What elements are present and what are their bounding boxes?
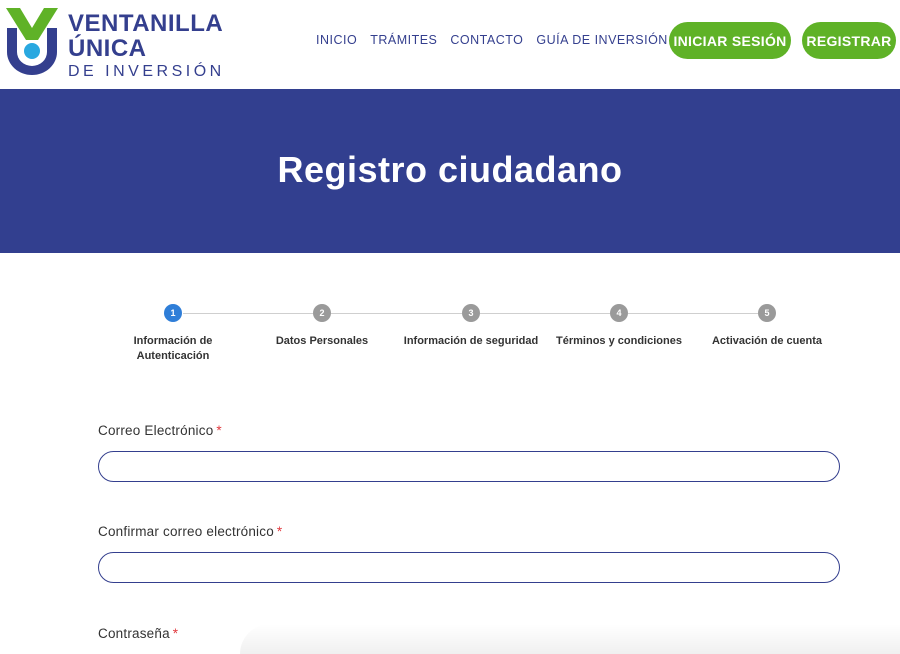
site-header: VENTANILLA ÚNICA DE INVERSIÓN INICIO TRÁ… — [0, 0, 900, 89]
brand-logo-icon[interactable] — [4, 6, 60, 76]
nav-guia-inversion[interactable]: GUÍA DE INVERSIÓN — [536, 33, 667, 47]
step-label: Información de Autenticación — [133, 335, 213, 362]
step-label: Términos y condiciones — [556, 335, 682, 347]
email-label-text: Correo Electrónico — [98, 423, 214, 438]
page-banner: Registro ciudadano — [0, 89, 900, 253]
required-marker: * — [216, 423, 222, 438]
step-label: Activación de cuenta — [711, 335, 823, 347]
step-number-badge: 3 — [462, 304, 480, 322]
step-5[interactable]: 5 Activación de cuenta — [692, 304, 842, 349]
brand-line-3: DE INVERSIÓN — [68, 63, 225, 80]
brand-line-1: VENTANILLA — [68, 10, 224, 37]
confirm-email-input[interactable] — [98, 552, 840, 583]
page-title: Registro ciudadano — [277, 149, 623, 190]
step-number-badge: 4 — [610, 304, 628, 322]
step-1[interactable]: 1 Información de Autenticación — [98, 304, 248, 364]
required-marker: * — [276, 524, 283, 539]
step-3[interactable]: 3 Información de seguridad — [396, 304, 546, 349]
brand-name[interactable]: VENTANILLA ÚNICA DE INVERSIÓN — [68, 12, 225, 80]
confirm-email-label-text: Confirmar correo electrónico — [98, 524, 274, 539]
step-label: Información de seguridad — [403, 335, 539, 347]
register-button[interactable]: REGISTRAR — [802, 22, 896, 59]
password-label-text: Contraseña — [98, 626, 170, 641]
email-label: Correo Electrónico * — [98, 423, 222, 438]
step-2[interactable]: 2 Datos Personales — [247, 304, 397, 349]
nav-tramites[interactable]: TRÁMITES — [370, 33, 437, 47]
brand-line-2: ÚNICA — [68, 35, 147, 62]
email-input[interactable] — [98, 451, 840, 482]
nav-inicio[interactable]: INICIO — [316, 33, 357, 47]
nav-contacto[interactable]: CONTACTO — [450, 33, 523, 47]
floating-panel-shadow — [240, 624, 900, 654]
login-button[interactable]: INICIAR SESIÓN — [669, 22, 791, 59]
password-label: Contraseña * — [98, 626, 178, 641]
step-number-badge: 1 — [164, 304, 182, 322]
step-number-badge: 2 — [313, 304, 331, 322]
confirm-email-label: Confirmar correo electrónico * — [98, 524, 282, 539]
step-number-badge: 5 — [758, 304, 776, 322]
registration-stepper: 1 Información de Autenticación 2 Datos P… — [98, 304, 842, 374]
main-nav: INICIO TRÁMITES CONTACTO GUÍA DE INVERSI… — [316, 33, 668, 47]
step-label: Datos Personales — [275, 335, 369, 347]
step-4[interactable]: 4 Términos y condiciones — [544, 304, 694, 349]
required-marker: * — [172, 626, 179, 641]
